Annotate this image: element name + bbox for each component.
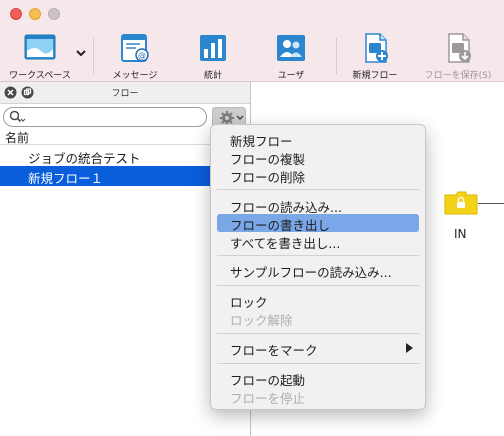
menu-item-mark-flow[interactable]: フローをマーク bbox=[217, 339, 419, 358]
message-label: メッセージ bbox=[112, 71, 158, 81]
users-label: ユーザ bbox=[277, 71, 305, 81]
app-window: ワークスペース @ メッセージ 統計 ユーザ 新規フロー フローを保存(S) フ… bbox=[0, 0, 504, 436]
statistics-icon bbox=[200, 35, 226, 61]
menu-item-unlock: ロック解除 bbox=[217, 309, 419, 328]
submenu-arrow-icon bbox=[406, 343, 413, 353]
menu-separator bbox=[217, 333, 419, 334]
node-label: IN bbox=[454, 227, 467, 241]
message-button[interactable]: @ メッセージ bbox=[95, 30, 175, 81]
message-icon: @ bbox=[121, 34, 149, 62]
minimize-window-button[interactable] bbox=[29, 8, 41, 20]
in-folder-icon[interactable] bbox=[444, 191, 478, 215]
menu-item-label: すべてを書き出し... bbox=[230, 236, 341, 251]
menu-item-duplicate-flow[interactable]: フローの複製 bbox=[217, 148, 419, 167]
menu-separator bbox=[217, 189, 419, 190]
menu-item-label: ロック解除 bbox=[230, 313, 293, 328]
toolbar: ワークスペース @ メッセージ 統計 ユーザ 新規フロー フローを保存(S) bbox=[0, 28, 504, 82]
zoom-window-button[interactable] bbox=[48, 8, 60, 20]
context-menu: 新規フロー フローの複製 フローの削除 フローの読み込み... フローの書き出し… bbox=[210, 124, 426, 410]
statistics-label: 統計 bbox=[203, 71, 222, 81]
save-flow-label: フローを保存(S) bbox=[424, 71, 492, 81]
title-bar bbox=[0, 0, 504, 28]
search-icon bbox=[9, 110, 25, 123]
menu-item-stop-flow: フローを停止 bbox=[217, 387, 419, 406]
menu-item-label: サンプルフローの読み込み... bbox=[230, 265, 392, 280]
svg-text:@: @ bbox=[138, 51, 146, 60]
workspace-label: ワークスペース bbox=[9, 71, 71, 81]
menu-separator bbox=[217, 363, 419, 364]
save-flow-icon bbox=[448, 33, 471, 63]
users-button[interactable]: ユーザ bbox=[251, 30, 331, 81]
menu-item-new-flow[interactable]: 新規フロー bbox=[217, 130, 419, 149]
menu-item-lock[interactable]: ロック bbox=[217, 291, 419, 310]
menu-item-delete-flow[interactable]: フローの削除 bbox=[217, 166, 419, 185]
users-icon bbox=[277, 35, 305, 61]
menu-item-export-flow[interactable]: フローの書き出し bbox=[217, 214, 419, 233]
list-item-label: 新規フロー１ bbox=[28, 171, 104, 186]
new-flow-button[interactable]: 新規フロー bbox=[335, 30, 415, 81]
new-flow-label: 新規フロー bbox=[352, 71, 398, 81]
flow-connector bbox=[478, 203, 504, 204]
menu-item-import-flow[interactable]: フローの読み込み... bbox=[217, 196, 419, 215]
menu-item-label: フローをマーク bbox=[230, 343, 318, 358]
menu-item-import-sample-flow[interactable]: サンプルフローの読み込み... bbox=[217, 261, 419, 280]
menu-item-export-all[interactable]: すべてを書き出し... bbox=[217, 232, 419, 251]
menu-item-label: フローの削除 bbox=[230, 170, 306, 185]
menu-separator bbox=[217, 255, 419, 256]
save-flow-button[interactable]: フローを保存(S) bbox=[418, 30, 498, 81]
list-item-label: ジョブの統合テスト bbox=[28, 151, 141, 166]
statistics-button[interactable]: 統計 bbox=[173, 30, 253, 81]
workspace-button[interactable]: ワークスペース bbox=[0, 30, 80, 81]
menu-item-label: フローを停止 bbox=[230, 391, 306, 406]
panel-title: フロー bbox=[111, 89, 139, 99]
toolbar-separator bbox=[93, 38, 94, 74]
close-window-button[interactable] bbox=[10, 8, 22, 20]
menu-separator bbox=[217, 285, 419, 286]
menu-item-start-flow[interactable]: フローの起動 bbox=[217, 369, 419, 388]
workspace-icon bbox=[24, 34, 56, 60]
column-header-name: 名前 bbox=[5, 131, 30, 145]
panel-header: フロー bbox=[0, 82, 250, 104]
search-input[interactable] bbox=[3, 107, 207, 127]
new-flow-icon bbox=[365, 33, 388, 63]
chevron-down-icon[interactable] bbox=[74, 46, 88, 60]
